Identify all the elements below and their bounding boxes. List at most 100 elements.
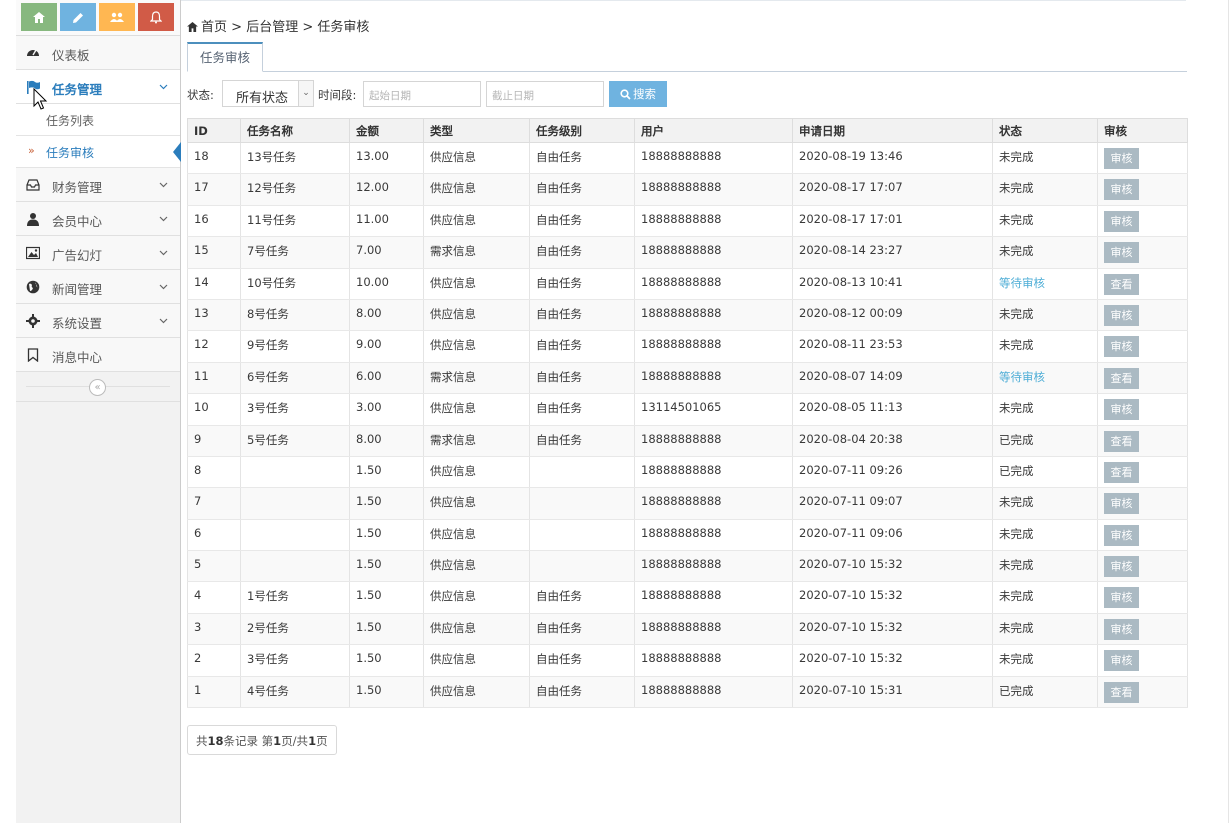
id-cell: 5 bbox=[187, 550, 241, 583]
breadcrumb-home[interactable]: 首页 bbox=[201, 20, 227, 35]
sidebar-subitem-task-review[interactable]: » 任务审核 bbox=[16, 136, 181, 168]
review-button[interactable]: 审核 bbox=[1104, 210, 1139, 232]
id-cell: 9 bbox=[187, 425, 241, 457]
task-name-cell: 3号任务 bbox=[240, 393, 350, 426]
review-button[interactable]: 审核 bbox=[1104, 148, 1139, 169]
pencil-icon bbox=[73, 12, 83, 23]
review-button[interactable]: 审核 bbox=[1104, 587, 1139, 609]
start-date-input[interactable]: 起始日期 bbox=[363, 81, 481, 107]
filter-bar: 状态: 所有状态 ⌄ 时间段: 起始日期 截止日期 搜索 bbox=[187, 80, 1187, 108]
review-button[interactable]: 审核 bbox=[1104, 650, 1139, 672]
main-content: 首页 > 后台管理 > 任务审核 任务审核 状态: 所有状态 ⌄ 时间段: 起始… bbox=[187, 0, 1188, 823]
end-date-input[interactable]: 截止日期 bbox=[486, 81, 604, 107]
date-cell: 2020-08-17 17:07 bbox=[792, 173, 993, 206]
user-icon bbox=[27, 213, 39, 226]
user-cell: 18888888888 bbox=[634, 613, 793, 646]
picture-icon bbox=[26, 246, 40, 260]
table-row: 8 1.50 供应信息 18888888888 2020-07-11 09:26 已完成查… bbox=[187, 456, 1188, 489]
status-cell: 等待审核 bbox=[992, 362, 1098, 395]
sidebar-item-dashboard[interactable]: 仪表板 bbox=[16, 36, 180, 70]
column-header[interactable]: 金额 bbox=[349, 118, 424, 143]
review-button[interactable]: 审核 bbox=[1104, 556, 1139, 578]
home-shortcut-button[interactable] bbox=[21, 3, 57, 31]
amount-cell: 13.00 bbox=[349, 142, 424, 175]
table-row: 7 1.50 供应信息 18888888888 2020-07-11 09:07 未完成审… bbox=[187, 487, 1188, 520]
level-cell bbox=[529, 519, 635, 552]
scrollbar-track[interactable] bbox=[1228, 0, 1229, 823]
review-button[interactable]: 审核 bbox=[1104, 618, 1139, 640]
view-button[interactable]: 查看 bbox=[1104, 681, 1139, 703]
status-cell: 未完成 bbox=[992, 644, 1098, 677]
sidebar-collapse-button[interactable]: « bbox=[89, 379, 106, 396]
review-button[interactable]: 审核 bbox=[1104, 179, 1139, 201]
level-cell: 自由任务 bbox=[529, 362, 635, 395]
column-header[interactable]: 审核 bbox=[1097, 118, 1188, 143]
status-cell: 未完成 bbox=[992, 330, 1098, 363]
view-button[interactable]: 查看 bbox=[1104, 367, 1139, 389]
sidebar-item-ads[interactable]: 广告幻灯 bbox=[16, 236, 180, 270]
amount-cell: 3.00 bbox=[349, 393, 424, 426]
total-pages: 1 bbox=[308, 734, 317, 748]
action-cell: 查看 bbox=[1097, 268, 1188, 300]
user-cell: 18888888888 bbox=[634, 425, 793, 457]
column-header[interactable]: 状态 bbox=[992, 118, 1098, 143]
amount-cell: 1.50 bbox=[349, 613, 424, 646]
review-button[interactable]: 审核 bbox=[1104, 336, 1139, 358]
search-button[interactable]: 搜索 bbox=[609, 81, 667, 107]
bell-shortcut-button[interactable] bbox=[138, 3, 174, 31]
table-header-row: ID 任务名称 金额 类型 任务级别 用户 申请日期 状态 审核 bbox=[187, 118, 1188, 143]
type-cell: 供应信息 bbox=[423, 173, 530, 206]
home-icon bbox=[187, 22, 198, 32]
amount-cell: 1.50 bbox=[349, 581, 424, 614]
level-cell bbox=[529, 487, 635, 520]
chevron-down-icon bbox=[159, 84, 168, 90]
tab-task-review[interactable]: 任务审核 bbox=[187, 42, 264, 72]
table-body: 18 13号任务 13.00 供应信息 自由任务 18888888888 2020-08-1… bbox=[187, 142, 1188, 709]
review-button[interactable]: 审核 bbox=[1104, 493, 1139, 515]
level-cell: 自由任务 bbox=[529, 205, 635, 238]
column-header[interactable]: ID bbox=[187, 118, 241, 143]
column-header[interactable]: 用户 bbox=[634, 118, 793, 143]
sidebar-item-members[interactable]: 会员中心 bbox=[16, 202, 180, 236]
sidebar-item-finance[interactable]: 财务管理 bbox=[16, 168, 180, 202]
users-shortcut-button[interactable] bbox=[99, 3, 135, 31]
action-cell: 审核 bbox=[1097, 299, 1188, 332]
view-button[interactable]: 查看 bbox=[1104, 461, 1139, 483]
type-cell: 供应信息 bbox=[423, 205, 530, 238]
review-button[interactable]: 审核 bbox=[1104, 304, 1139, 326]
date-cell: 2020-08-05 11:13 bbox=[792, 393, 993, 426]
column-header[interactable]: 任务级别 bbox=[529, 118, 635, 143]
review-button[interactable]: 审核 bbox=[1104, 524, 1139, 546]
sidebar-item-messages[interactable]: 消息中心 bbox=[16, 338, 180, 372]
review-button[interactable]: 审核 bbox=[1104, 399, 1139, 421]
column-header[interactable]: 类型 bbox=[423, 118, 530, 143]
action-cell: 审核 bbox=[1097, 644, 1188, 677]
pencil-shortcut-button[interactable] bbox=[60, 3, 96, 31]
pager-text: 共 bbox=[196, 734, 208, 748]
column-header[interactable]: 任务名称 bbox=[240, 118, 350, 143]
amount-cell: 10.00 bbox=[349, 268, 424, 300]
status-select[interactable]: 所有状态 ⌄ bbox=[222, 80, 314, 107]
task-name-cell bbox=[240, 550, 350, 583]
user-cell: 18888888888 bbox=[634, 676, 793, 709]
type-cell: 供应信息 bbox=[423, 268, 530, 300]
review-button[interactable]: 审核 bbox=[1104, 242, 1139, 264]
sidebar-item-news[interactable]: 新闻管理 bbox=[16, 270, 180, 304]
sidebar-item-label: 新闻管理 bbox=[52, 282, 103, 297]
column-header[interactable]: 申请日期 bbox=[792, 118, 993, 143]
task-name-cell: 2号任务 bbox=[240, 613, 350, 646]
table-row: 16 11号任务 11.00 供应信息 自由任务 18888888888 2020-08-1… bbox=[187, 205, 1188, 238]
amount-cell: 1.50 bbox=[349, 487, 424, 520]
date-cell: 2020-07-10 15:32 bbox=[792, 613, 993, 646]
view-button[interactable]: 查看 bbox=[1104, 430, 1139, 452]
breadcrumb-admin[interactable]: 后台管理 bbox=[246, 20, 298, 35]
view-button[interactable]: 查看 bbox=[1104, 273, 1139, 295]
cog-icon bbox=[26, 314, 40, 328]
sidebar-item-settings[interactable]: 系统设置 bbox=[16, 304, 180, 338]
user-cell: 18888888888 bbox=[634, 456, 793, 489]
user-cell: 18888888888 bbox=[634, 236, 793, 269]
type-cell: 需求信息 bbox=[423, 362, 530, 395]
id-cell: 15 bbox=[187, 236, 241, 269]
level-cell: 自由任务 bbox=[529, 425, 635, 457]
id-cell: 16 bbox=[187, 205, 241, 238]
